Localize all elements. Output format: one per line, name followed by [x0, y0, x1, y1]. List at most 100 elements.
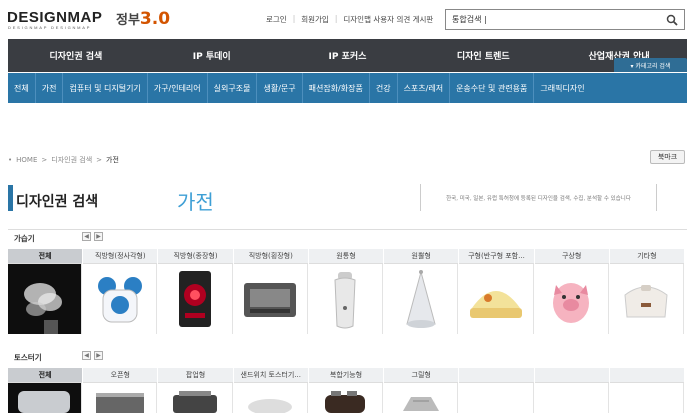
- category-fashion[interactable]: 패션잡화/화장품: [303, 73, 370, 103]
- subcategory-card[interactable]: 구형(반구형 포함...: [459, 249, 535, 334]
- category-all[interactable]: 전체: [8, 73, 36, 103]
- search-input[interactable]: [446, 10, 646, 29]
- title-accent-bar: [8, 185, 13, 211]
- subcategory-label[interactable]: 팝업형: [158, 368, 233, 383]
- subcategory-label[interactable]: 직방형(횡장형): [233, 249, 308, 264]
- section-pager: ◀ ▶: [82, 232, 103, 241]
- humidifier-cylinder-icon[interactable]: [308, 264, 384, 334]
- subcategory-card[interactable]: 직방형(횡장형): [233, 249, 309, 334]
- bookmark-button[interactable]: 북마크: [650, 150, 685, 164]
- search-icon[interactable]: [666, 14, 678, 26]
- subcategory-card[interactable]: 전체: [8, 249, 84, 334]
- prev-arrow-icon[interactable]: ◀: [82, 232, 91, 241]
- next-arrow-icon[interactable]: ▶: [94, 351, 103, 360]
- subcategory-label[interactable]: 복합기능형: [308, 368, 384, 383]
- separator: |: [292, 14, 296, 23]
- nav-ip-today[interactable]: IP 투데이: [144, 39, 280, 72]
- subcategory-label[interactable]: 구형(반구형 포함...: [459, 249, 534, 264]
- separator: |: [334, 14, 338, 23]
- logo[interactable]: DESIGNMAP: [7, 9, 102, 26]
- humidifier-grid: 전체 직방형(정사각형) 직방형(종장형) 직방형(횡장형) 원통형 원뿔형 구형(반구형 …: [8, 249, 685, 334]
- breadcrumb-level1[interactable]: 디자인권 검색: [51, 155, 92, 165]
- subcategory-card[interactable]: 직방형(정사각형): [83, 249, 159, 334]
- gov-version-logo: 정부3.0: [116, 9, 170, 29]
- subcategory-label[interactable]: 원뿔형: [384, 249, 459, 264]
- subcategory-label[interactable]: 직방형(종장형): [158, 249, 233, 264]
- subcategory-label[interactable]: 직방형(정사각형): [83, 249, 158, 264]
- steam-icon[interactable]: [8, 264, 83, 334]
- top-links: 로그인 | 회원가입 | 디자인맵 사용자 의견 게시판: [266, 14, 433, 25]
- subcategory-label[interactable]: 원통형: [308, 249, 384, 264]
- humidifier-mouse-icon[interactable]: [83, 264, 158, 334]
- nav-ip-focus[interactable]: IP 포커스: [280, 39, 416, 72]
- category-transport[interactable]: 운송수단 및 관련용품: [450, 73, 535, 103]
- subcategory-label: [534, 368, 609, 383]
- empty-card: [609, 368, 685, 413]
- humidifier-cone-icon[interactable]: [384, 264, 459, 334]
- subcategory-card[interactable]: 기타형: [609, 249, 685, 334]
- subcategory-label[interactable]: 전체: [8, 368, 83, 383]
- category-furniture[interactable]: 가구/인테리어: [148, 73, 208, 103]
- login-link[interactable]: 로그인: [266, 14, 287, 25]
- subcategory-card[interactable]: 그릴형: [384, 368, 460, 413]
- category-sports[interactable]: 스포츠/레저: [398, 73, 451, 103]
- signup-link[interactable]: 회원가입: [301, 14, 329, 25]
- subcategory-card[interactable]: 오픈형: [83, 368, 159, 413]
- subcategory-label[interactable]: 기타형: [609, 249, 684, 264]
- gov-text: 정부: [116, 13, 140, 28]
- humidifier-box-icon[interactable]: [233, 264, 308, 334]
- breadcrumb-home[interactable]: HOME: [16, 156, 37, 164]
- subcategory-card[interactable]: 샌드위치 토스터기...: [233, 368, 309, 413]
- page-title: 디자인권 검색: [16, 194, 99, 210]
- subcategory-label[interactable]: 전체: [8, 249, 83, 264]
- breadcrumb: • HOME > 디자인권 검색 > 가전: [8, 155, 119, 165]
- subcategory-card[interactable]: 전체: [8, 368, 84, 413]
- category-outdoor[interactable]: 실외구조물: [208, 73, 258, 103]
- toaster-grid: 전체 오픈형 팝업형 샌드위치 토스터기... 복합기능형 그릴형: [8, 368, 685, 413]
- category-nav: 전체 가전 컴퓨터 및 디지털기기 가구/인테리어 실외구조물 생활/문구 패션…: [8, 73, 687, 103]
- empty-card: [459, 368, 535, 413]
- breadcrumb-current: 가전: [106, 156, 119, 164]
- page-subtitle: 가전: [177, 190, 214, 214]
- category-health[interactable]: 건강: [370, 73, 398, 103]
- category-appliance[interactable]: 가전: [36, 73, 64, 103]
- subcategory-card[interactable]: 구상형: [534, 249, 610, 334]
- next-arrow-icon[interactable]: ▶: [94, 232, 103, 241]
- category-computer[interactable]: 컴퓨터 및 디지털기기: [63, 73, 148, 103]
- divider: [8, 229, 687, 230]
- category-living[interactable]: 생활/문구: [257, 73, 303, 103]
- subcategory-label[interactable]: 오픈형: [83, 368, 158, 383]
- subcategory-label[interactable]: 샌드위치 토스터기...: [233, 368, 308, 383]
- nav-design-search[interactable]: 디자인권 검색: [8, 39, 144, 72]
- subcategory-card[interactable]: 원통형: [308, 249, 385, 334]
- logo-tagline: DESIGNMAP DESIGNMAP: [8, 25, 92, 30]
- home-icon: •: [8, 156, 13, 164]
- main-nav: 디자인권 검색 IP 투데이 IP 포커스 디자인 트렌드 산업재산권 안내: [8, 39, 687, 72]
- prev-arrow-icon[interactable]: ◀: [82, 351, 91, 360]
- empty-card: [534, 368, 610, 413]
- humidifier-other-icon[interactable]: [609, 264, 684, 334]
- section-pager: ◀ ▶: [82, 351, 103, 360]
- section-title-humidifier: 가습기: [14, 234, 35, 243]
- category-graphic[interactable]: 그래픽디자인: [534, 73, 590, 103]
- subcategory-label[interactable]: 구상형: [534, 249, 609, 264]
- humidifier-dome-icon[interactable]: [459, 264, 534, 334]
- subcategory-card[interactable]: 원뿔형: [384, 249, 460, 334]
- category-search-button[interactable]: ▾ 카테고리 검색: [614, 58, 687, 72]
- gov-version: 3.0: [139, 9, 171, 29]
- nav-design-trend[interactable]: 디자인 트렌드: [415, 39, 551, 72]
- subcategory-label: [609, 368, 684, 383]
- chevron-right-icon: >: [41, 156, 48, 164]
- subcategory-card[interactable]: 직방형(종장형): [158, 249, 234, 334]
- subcategory-card[interactable]: 복합기능형: [308, 368, 385, 413]
- humidifier-red-icon[interactable]: [158, 264, 233, 334]
- top-bar: DESIGNMAP DESIGNMAP DESIGNMAP 정부3.0 로그인 …: [0, 0, 700, 38]
- humidifier-pig-icon[interactable]: [534, 264, 609, 334]
- subcategory-label[interactable]: 그릴형: [384, 368, 459, 383]
- section-title-toaster: 토스터기: [14, 353, 42, 362]
- page-description: 한국, 미국, 일본, 유럽 특허청에 등록된 디자인을 검색, 수집, 분석할…: [420, 184, 657, 211]
- subcategory-card[interactable]: 팝업형: [158, 368, 234, 413]
- feedback-board-link[interactable]: 디자인맵 사용자 의견 게시판: [343, 14, 433, 25]
- chevron-right-icon: >: [96, 156, 103, 164]
- search-box: [445, 9, 685, 30]
